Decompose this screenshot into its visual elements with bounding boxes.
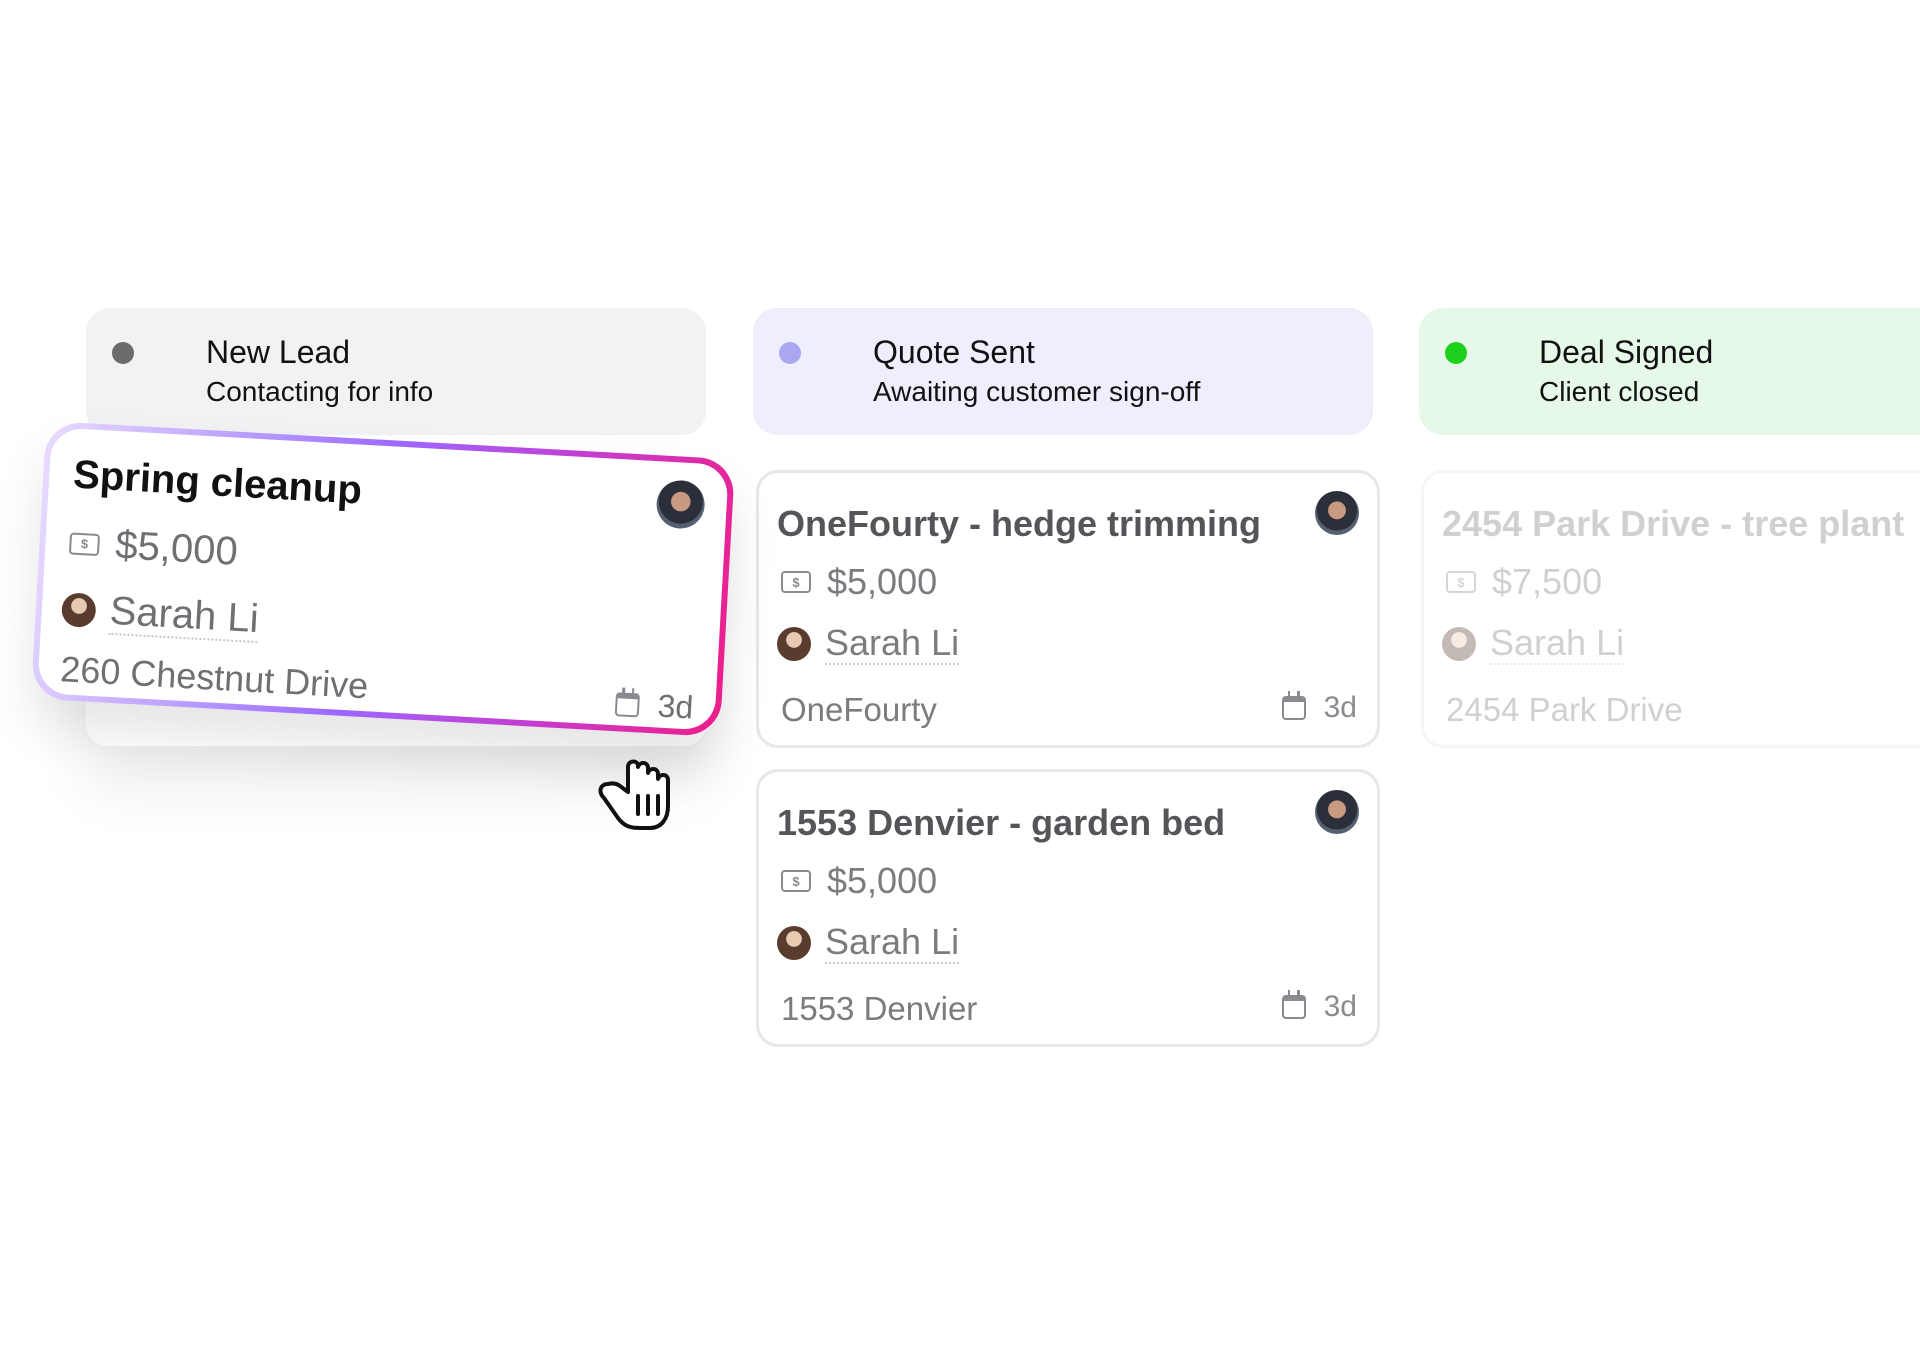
card-title: 2454 Park Drive - tree plant	[1442, 503, 1905, 544]
deal-card[interactable]: 1553 Denvier - garden bed $ $5,000 Sarah…	[756, 769, 1380, 1047]
status-dot-icon	[1445, 342, 1467, 364]
card-address: 260 Chestnut Drive	[59, 648, 370, 707]
card-due-label: 3d	[1323, 990, 1357, 1023]
card-assignee-row[interactable]: Sarah Li	[777, 922, 960, 964]
column-header-deal-signed[interactable]: Deal Signed Client closed	[1419, 308, 1920, 435]
column-subtitle: Client closed	[1539, 376, 1700, 407]
deal-card[interactable]: 2454 Park Drive - tree plant $ $7,500 Sa…	[1421, 470, 1920, 748]
dragged-deal-card[interactable]: Spring cleanup $ $5,000 Sarah Li 260 Che…	[30, 420, 736, 738]
assignee-avatar	[777, 627, 811, 661]
column-subtitle: Awaiting customer sign-off	[873, 376, 1201, 407]
deal-card[interactable]: OneFourty - hedge trimming $ $5,000 Sara…	[756, 470, 1380, 748]
calendar-icon	[615, 691, 641, 718]
card-amount-row: $ $5,000	[777, 561, 937, 603]
column-header-new-lead[interactable]: New Lead Contacting for info	[86, 308, 706, 435]
card-amount-row: $ $5,000	[777, 860, 937, 902]
money-icon: $	[781, 571, 811, 593]
card-assignee-row[interactable]: Sarah Li	[1442, 623, 1625, 665]
column-title: Deal Signed	[1539, 334, 1714, 370]
card-title: OneFourty - hedge trimming	[777, 503, 1262, 544]
assignee-avatar	[1442, 627, 1476, 661]
grab-hand-icon	[598, 759, 670, 830]
owner-avatar[interactable]	[1315, 790, 1359, 834]
money-icon: $	[1446, 571, 1476, 593]
card-assignee[interactable]: Sarah Li	[825, 623, 960, 665]
card-assignee-row[interactable]: Sarah Li	[777, 623, 960, 665]
card-address: OneFourty	[781, 691, 937, 728]
card-amount-row: $ $5,000	[64, 520, 239, 575]
card-title: Spring cleanup	[72, 452, 364, 513]
assignee-avatar	[60, 592, 97, 628]
status-dot-icon	[779, 342, 801, 364]
card-due-label: 3d	[1323, 691, 1357, 724]
status-dot-icon	[112, 342, 134, 364]
card-due: 3d	[1281, 691, 1357, 725]
card-amount-row: $ $7,500	[1442, 561, 1602, 603]
column-title: Quote Sent	[873, 334, 1035, 370]
card-assignee[interactable]: Sarah Li	[1490, 623, 1625, 665]
owner-avatar[interactable]	[1315, 491, 1359, 535]
column-subtitle: Contacting for info	[206, 376, 434, 407]
card-assignee[interactable]: Sarah Li	[108, 588, 260, 644]
card-title: 1553 Denvier - garden bed	[777, 802, 1226, 843]
card-amount: $7,500	[1492, 561, 1603, 602]
kanban-board: New Lead Contacting for info Quote Sent …	[0, 0, 1920, 1350]
owner-avatar[interactable]	[655, 479, 706, 530]
card-assignee-row[interactable]: Sarah Li	[60, 586, 260, 644]
money-icon: $	[781, 870, 811, 892]
calendar-icon	[1281, 691, 1306, 720]
dragged-card-body: Spring cleanup $ $5,000 Sarah Li 260 Che…	[37, 427, 729, 731]
card-due: 3d	[1281, 990, 1357, 1024]
card-address: 2454 Park Drive	[1446, 691, 1683, 728]
assignee-avatar	[777, 926, 811, 960]
card-due: 3d	[615, 685, 695, 726]
card-address: 1553 Denvier	[781, 990, 978, 1027]
card-amount: $5,000	[827, 860, 938, 901]
card-amount: $5,000	[827, 561, 938, 602]
money-icon: $	[68, 531, 101, 556]
column-header-quote-sent[interactable]: Quote Sent Awaiting customer sign-off	[753, 308, 1373, 435]
calendar-icon	[1281, 990, 1306, 1019]
card-assignee[interactable]: Sarah Li	[825, 922, 960, 964]
card-amount: $5,000	[114, 523, 239, 574]
card-due-label: 3d	[656, 687, 695, 726]
column-title: New Lead	[206, 334, 351, 370]
